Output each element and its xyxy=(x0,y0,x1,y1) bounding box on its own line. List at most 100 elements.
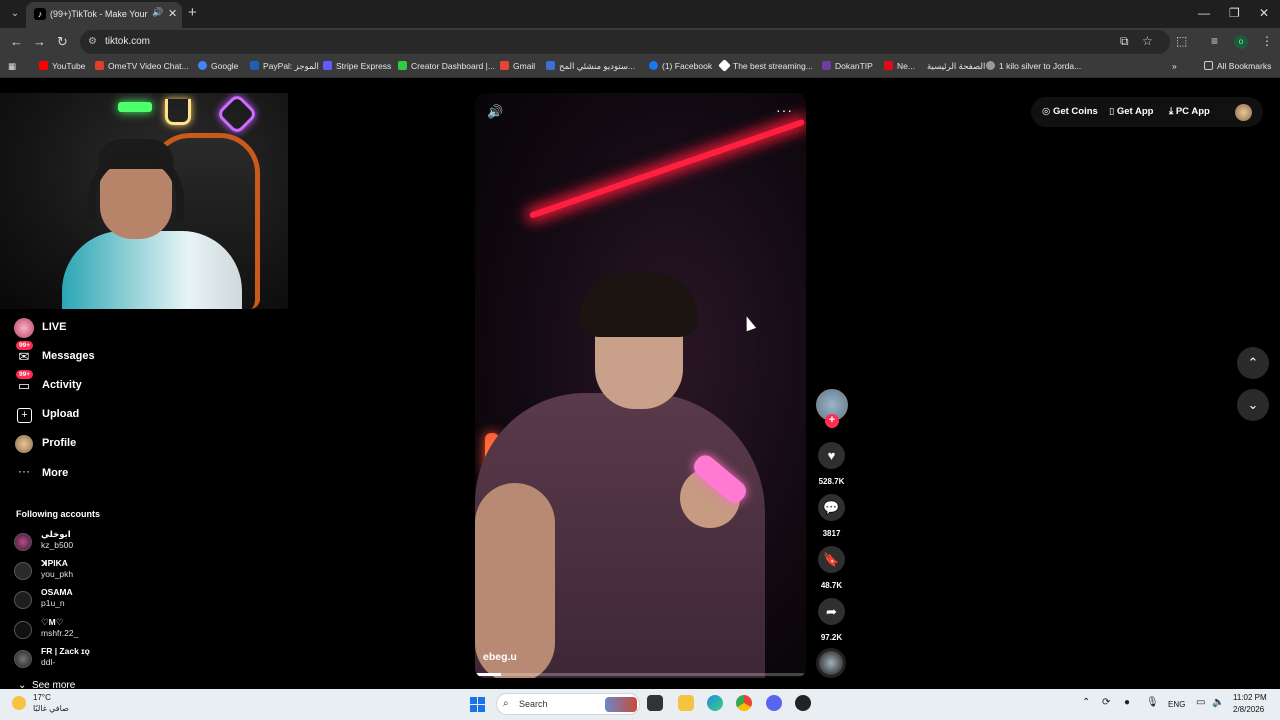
bookmark-studio[interactable]: ستوديو منشئي المح... xyxy=(546,61,635,72)
weather-description[interactable]: صافي غالبًا xyxy=(33,704,69,713)
following-account[interactable]: ꓘPIKA you_pkh xyxy=(14,558,144,584)
video-person-arm xyxy=(475,483,555,678)
search-highlight-image xyxy=(605,697,637,712)
browser-tab-tiktok[interactable]: ♪ (99+)TikTok - Make Your Day 🔊 ✕ xyxy=(26,2,182,28)
browser-profile-avatar[interactable]: o xyxy=(1234,35,1248,49)
chrome-icon[interactable] xyxy=(736,695,752,711)
video-player[interactable]: ebeg.u xyxy=(475,93,806,678)
weather-temperature[interactable]: 17°C xyxy=(33,693,51,702)
bookmark-home-ar[interactable]: الصفحة الرئيسية xyxy=(927,61,985,72)
speaker-icon[interactable]: 🔈 xyxy=(1212,697,1224,708)
taskbar-search-box[interactable]: ⌕ Search xyxy=(496,693,640,715)
account-avatar xyxy=(14,562,32,580)
url-text: tiktok.com xyxy=(105,36,151,47)
tiktok-favicon-icon: ♪ xyxy=(34,8,46,20)
user-avatar[interactable] xyxy=(1235,104,1252,121)
task-view-icon[interactable] xyxy=(647,695,663,711)
meta-icon xyxy=(546,61,555,70)
bookmarks-overflow-icon[interactable]: » xyxy=(1172,61,1177,71)
youtube-icon xyxy=(39,61,48,70)
reload-icon[interactable]: ↻ xyxy=(57,34,68,50)
video-author[interactable]: ebeg.u xyxy=(483,651,517,663)
address-bar[interactable]: ⚙ tiktok.com xyxy=(80,30,1170,54)
following-account[interactable]: ابوخلي kz_b500 xyxy=(14,529,144,555)
live-avatar-icon xyxy=(14,318,34,338)
windows-start-icon[interactable] xyxy=(470,697,485,712)
volume-icon[interactable]: 🔊 xyxy=(487,104,503,120)
pc-app-button[interactable]: ⤓ PC App xyxy=(1169,106,1210,117)
clock-date[interactable]: 2/8/2026 xyxy=(1233,705,1264,714)
top-right-controls: ◎ Get Coins ▯ Get App ⤓ PC App xyxy=(1031,97,1263,127)
bookmark-gmail[interactable]: Gmail xyxy=(500,61,535,71)
bookmark-youtube[interactable]: YouTube xyxy=(39,61,85,71)
streamer-webcam-overlay xyxy=(0,93,288,309)
all-bookmarks-button[interactable]: All Bookmarks xyxy=(1204,61,1271,71)
tray-sync-icon[interactable]: ⟳ xyxy=(1102,697,1110,708)
like-heart-icon[interactable]: ♥ xyxy=(818,442,845,469)
comment-icon[interactable]: 💬 xyxy=(818,494,845,521)
video-progress-bar[interactable] xyxy=(475,673,806,676)
following-account[interactable]: OSAMA p1u_n xyxy=(14,587,144,613)
follow-plus-icon[interactable]: + xyxy=(825,414,839,428)
microphone-icon[interactable]: 🎙 xyxy=(1146,697,1159,708)
previous-video-chevron-up-icon[interactable]: ⌃ xyxy=(1237,347,1269,379)
bookmark-paypal[interactable]: PayPal: الموجز xyxy=(250,61,319,72)
forward-arrow-icon[interactable]: → xyxy=(33,34,46,49)
browser-toolbar: ← → ↻ ⚙ tiktok.com ⧉ ☆ ⬚ ≡ o ⋮ xyxy=(0,28,1280,56)
search-icon: ⌕ xyxy=(503,698,509,709)
file-explorer-icon[interactable] xyxy=(678,695,694,711)
tab-audio-icon[interactable]: 🔊 xyxy=(152,7,163,18)
next-video-chevron-down-icon[interactable]: ⌄ xyxy=(1237,389,1269,421)
discord-icon[interactable] xyxy=(766,695,782,711)
gmail-icon xyxy=(500,61,509,70)
back-arrow-icon[interactable]: ← xyxy=(10,34,23,49)
bookmark-silver[interactable]: 1 kilo silver to Jorda... xyxy=(986,61,1081,71)
site-info-icon[interactable]: ⚙ xyxy=(88,36,97,47)
google-icon xyxy=(198,61,207,70)
bookmark-stripe[interactable]: Stripe Express xyxy=(323,61,391,71)
edge-browser-icon[interactable] xyxy=(707,695,723,711)
get-coins-button[interactable]: ◎ Get Coins xyxy=(1042,106,1098,117)
streamer-shirt xyxy=(62,231,242,309)
bookmark-netflix[interactable]: Ne... xyxy=(884,61,915,71)
bookmark-facebook[interactable]: (1) Facebook xyxy=(649,61,712,71)
share-arrow-icon[interactable]: ➦ xyxy=(818,598,845,625)
sound-disc-icon[interactable] xyxy=(816,648,846,678)
clock-time[interactable]: 11:02 PM xyxy=(1233,693,1267,702)
video-more-options-icon[interactable]: ··· xyxy=(776,102,793,118)
obs-icon[interactable] xyxy=(795,695,811,711)
more-dots-icon: ··· xyxy=(18,464,30,478)
minimize-icon[interactable]: — xyxy=(1198,6,1210,20)
bookmark-ometv[interactable]: OmeTV Video Chat... xyxy=(95,61,189,71)
new-tab-button[interactable]: + xyxy=(188,4,197,21)
bookmark-star-icon[interactable]: ☆ xyxy=(1142,34,1153,48)
get-app-button[interactable]: ▯ Get App xyxy=(1109,106,1153,117)
profile-avatar-icon xyxy=(15,435,33,453)
bookmark-creator-dashboard[interactable]: Creator Dashboard |... xyxy=(398,61,495,71)
paypal-icon xyxy=(250,61,259,70)
video-progress-fill xyxy=(475,673,502,676)
window-close-icon[interactable]: ✕ xyxy=(1259,6,1269,20)
tab-search-chevron-icon[interactable]: ⌄ xyxy=(6,5,24,23)
tray-overflow-chevron-icon[interactable]: ⌃ xyxy=(1082,697,1090,708)
apps-grid-icon[interactable]: ▦ xyxy=(8,61,16,72)
following-account[interactable]: FR | Zack ɪǫ ddl- xyxy=(14,646,144,672)
bookmark-dokantip[interactable]: DokanTIP xyxy=(822,61,873,71)
bookmark-streaming[interactable]: The best streaming... xyxy=(718,59,813,72)
tab-close-icon[interactable]: ✕ xyxy=(168,7,177,20)
media-control-icon[interactable]: ≡ xyxy=(1211,34,1218,48)
extensions-icon[interactable]: ⬚ xyxy=(1176,34,1187,48)
browser-menu-icon[interactable]: ⋮ xyxy=(1261,34,1273,48)
install-app-icon[interactable]: ⧉ xyxy=(1120,34,1129,49)
network-icon[interactable]: ▭ xyxy=(1196,697,1205,708)
neon-sign-yellow xyxy=(165,99,191,125)
bookmark-google[interactable]: Google xyxy=(198,61,238,71)
tray-app-icon[interactable]: ● xyxy=(1124,697,1130,708)
bookmark-icon[interactable]: 🔖 xyxy=(818,546,845,573)
phone-icon: ▯ xyxy=(1109,106,1117,117)
input-language[interactable]: ENG xyxy=(1168,700,1185,709)
weather-sun-icon[interactable] xyxy=(12,696,26,710)
restore-icon[interactable]: ❐ xyxy=(1229,6,1240,20)
following-account[interactable]: ♡M♡ mshfr.22_ xyxy=(14,617,144,643)
like-count: 528.7K xyxy=(818,477,845,486)
